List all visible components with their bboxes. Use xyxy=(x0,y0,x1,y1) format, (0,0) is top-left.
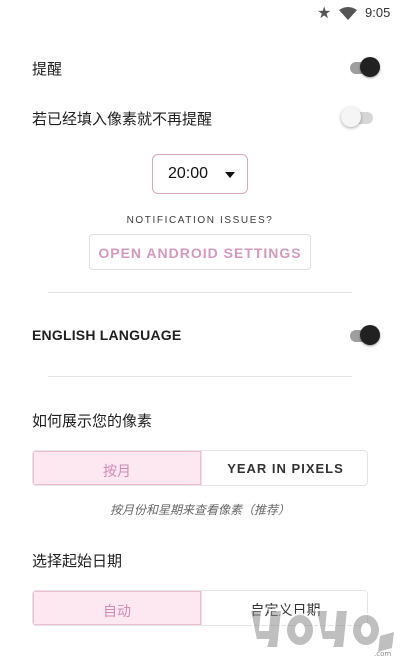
svg-text:.com: .com xyxy=(374,650,391,658)
english-language-label: ENGLISH LANGUAGE xyxy=(32,327,182,343)
reminder-time-value: 20:00 xyxy=(168,165,209,182)
display-mode-label: 如何展示您的像素 xyxy=(32,412,153,430)
watermark-logo: .com xyxy=(246,596,396,658)
start-date-auto-option[interactable]: 自动 xyxy=(33,591,201,625)
reminder-label: 提醒 xyxy=(32,60,63,78)
display-mode-year-in-pixels-option[interactable]: YEAR IN PIXELS xyxy=(201,451,367,485)
start-date-label: 选择起始日期 xyxy=(32,552,123,570)
wifi-icon xyxy=(339,6,357,25)
english-language-toggle[interactable] xyxy=(348,324,382,346)
star-icon: ★ xyxy=(317,3,332,22)
display-mode-hint: 按月份和星期来查看像素（推荐） xyxy=(109,503,290,517)
display-mode-by-month-label: 按月 xyxy=(103,464,131,480)
status-time: 9:05 xyxy=(365,5,391,20)
divider xyxy=(48,376,352,377)
skip-if-filled-toggle[interactable] xyxy=(341,106,375,128)
start-date-auto-label: 自动 xyxy=(103,604,131,620)
display-mode-by-month-option[interactable]: 按月 xyxy=(33,451,201,485)
open-android-settings-label: OPEN ANDROID SETTINGS xyxy=(98,245,302,261)
notification-issues-text: NOTIFICATION ISSUES? xyxy=(126,215,274,226)
reminder-time-dropdown[interactable]: 20:00 xyxy=(152,154,248,194)
reminder-toggle[interactable] xyxy=(348,56,382,78)
open-android-settings-button[interactable]: OPEN ANDROID SETTINGS xyxy=(89,234,311,270)
status-bar: ★ 9:05 xyxy=(0,0,400,26)
chevron-down-icon xyxy=(225,172,235,178)
divider xyxy=(48,292,352,293)
display-mode-segmented-control: 按月 YEAR IN PIXELS xyxy=(32,450,368,486)
display-mode-year-in-pixels-label: YEAR IN PIXELS xyxy=(227,461,344,476)
skip-if-filled-label: 若已经填入像素就不再提醒 xyxy=(32,110,213,128)
